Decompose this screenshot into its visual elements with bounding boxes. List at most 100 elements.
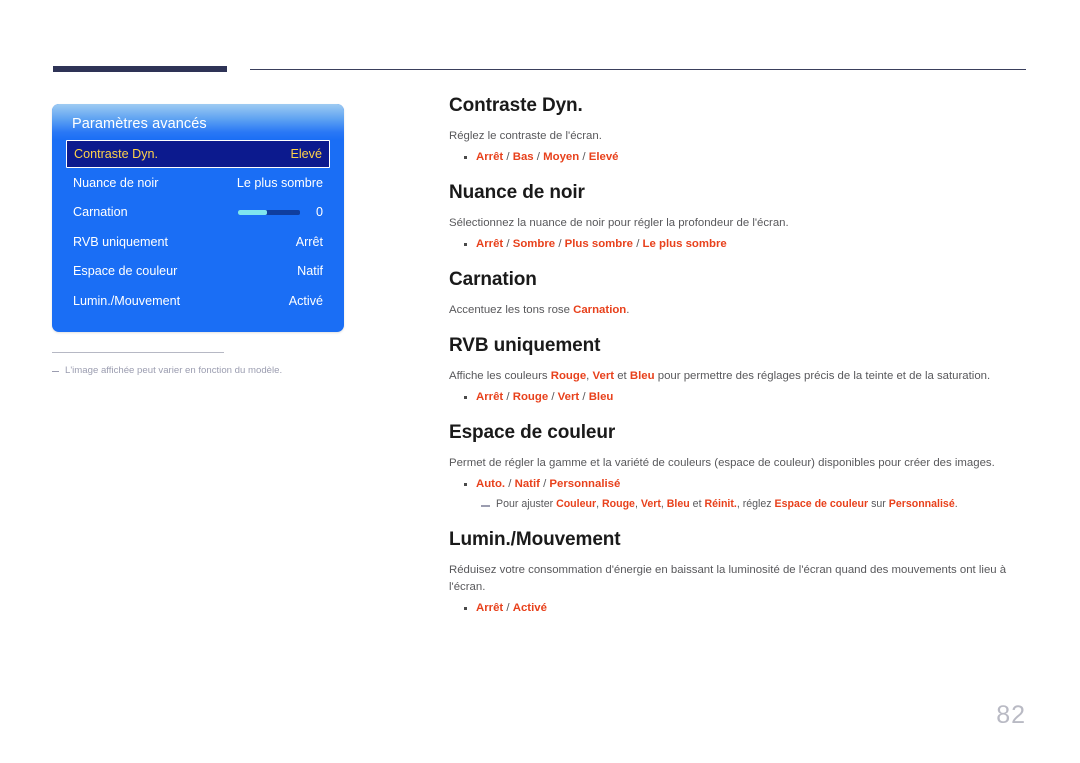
osd-row-label: Contraste Dyn. [74, 147, 158, 161]
header-rule-thick [53, 66, 227, 72]
dash-icon [52, 371, 59, 372]
osd-row-label: Espace de couleur [73, 264, 178, 279]
option-value: Auto. [476, 478, 506, 491]
body-text-run: Accentuez les tons rose [449, 304, 574, 317]
option-separator: / [539, 478, 550, 491]
option-value: Arrêt [476, 602, 504, 615]
osd-row-label: Carnation [73, 205, 128, 220]
option-value: Elevé [588, 151, 619, 163]
carnation-slider[interactable] [238, 209, 300, 215]
option-value: Personnalisé [549, 478, 621, 491]
osd-row-espace-de-couleur[interactable]: Espace de couleur Natif [66, 257, 330, 287]
osd-row-rvb-uniquement[interactable]: RVB uniquement Arrêt [66, 227, 330, 257]
option-value: Arrêt [476, 391, 504, 404]
option-value: Plus sombre [564, 238, 634, 251]
section-description: Permet de régler la gamme et la variété … [449, 457, 995, 470]
section-nuance-de-noir: Nuance de noir Sélectionnez la nuance de … [449, 182, 1027, 253]
option-separator: / [505, 478, 515, 491]
content-sections: Contraste Dyn. Réglez le contraste de l'é… [449, 95, 1027, 618]
figure-note-divider [52, 352, 224, 353]
body-text-run: , réglez [736, 498, 775, 511]
osd-row-value: Arrêt [295, 234, 323, 249]
section-title: RVB uniquement [449, 335, 601, 357]
option-list: Arrêt / Activé [449, 600, 1027, 617]
option-separator: / [503, 151, 513, 163]
option-separator: / [579, 391, 589, 404]
osd-row-carnation[interactable]: Carnation 0 [66, 198, 330, 228]
highlight-term: Vert [640, 498, 661, 511]
section-description: Affiche les couleurs Rouge, Vert et Bleu… [449, 368, 1027, 385]
section-title: Carnation [449, 269, 537, 291]
option-list-text: Auto. / Natif / Personnalisé [476, 476, 620, 493]
highlight-term: Carnation [573, 304, 627, 317]
highlight-term: Personnalisé [888, 498, 955, 511]
osd-panel: Paramètres avancés Contraste Dyn. Elevé Nu… [52, 104, 344, 332]
option-value: Le plus sombre [642, 238, 727, 251]
section-title: Contraste Dyn. [449, 95, 583, 116]
osd-header: Paramètres avancés [52, 104, 344, 140]
section-description: Réglez le contraste de l'écran. [449, 129, 602, 142]
section-subnote-text: Pour ajuster Couleur, Rouge, Vert, Bleu … [496, 497, 958, 513]
option-separator: / [533, 151, 544, 163]
figure-note-line: L'image affichée peut varier en fonction… [52, 365, 344, 378]
osd-row-value: Elevé [290, 147, 322, 161]
option-value: Activé [512, 602, 547, 615]
body-text-run: sur [868, 498, 889, 511]
option-value: Rouge [512, 391, 549, 404]
highlight-term: Espace de couleur [774, 498, 869, 511]
option-list-text: Arrêt / Bas / Moyen / Elevé [476, 149, 619, 166]
page-header-rule [0, 0, 1080, 80]
bullet-icon [464, 607, 467, 611]
section-title: Lumin./Mouvement [449, 529, 621, 551]
option-separator: / [503, 238, 513, 251]
section-espace-de-couleur: Espace de couleur Permet de régler la gam… [449, 422, 1027, 513]
option-value: Bas [512, 151, 534, 163]
highlight-term: Bleu [629, 370, 655, 383]
section-title: Espace de couleur [449, 422, 616, 444]
body-text-run: . [954, 498, 958, 511]
bullet-icon [464, 483, 467, 487]
bullet-icon [464, 156, 467, 159]
osd-menu-list: Contraste Dyn. Elevé Nuance de noir Le plus… [52, 140, 344, 316]
option-separator: / [555, 238, 565, 251]
figure-note: L'image affichée peut varier en fonction… [52, 352, 344, 378]
section-description: Réduisez votre consommation d'énergie en… [449, 564, 1007, 594]
option-list: Arrêt / Sombre / Plus sombre / Le plus s… [449, 236, 1027, 253]
option-list: Arrêt / Rouge / Vert / Bleu [449, 389, 1027, 406]
option-value: Vert [557, 391, 580, 404]
section-carnation: Carnation Accentuez les tons rose Carnati… [449, 269, 1027, 319]
section-title: Nuance de noir [449, 182, 585, 204]
highlight-term: Vert [592, 370, 615, 383]
osd-row-lumin-mouvement[interactable]: Lumin./Mouvement Activé [66, 286, 330, 316]
body-text-run: Affiche les couleurs [449, 370, 551, 383]
bullet-icon [464, 243, 467, 247]
option-list: Auto. / Natif / Personnalisé [449, 476, 1027, 493]
option-list: Arrêt / Bas / Moyen / Elevé [449, 149, 1027, 166]
osd-row-label: Nuance de noir [73, 175, 159, 190]
osd-title: Paramètres avancés [72, 116, 207, 132]
option-value: Natif [514, 478, 540, 491]
option-value: Sombre [512, 238, 556, 251]
osd-slider-group: 0 [238, 205, 323, 219]
slider-fill [238, 209, 267, 215]
osd-figure: Paramètres avancés Contraste Dyn. Elevé Nu… [52, 104, 344, 332]
option-list-text: Arrêt / Rouge / Vert / Bleu [476, 389, 613, 406]
option-list-text: Arrêt / Activé [476, 600, 547, 617]
section-subnote: Pour ajuster Couleur, Rouge, Vert, Bleu … [449, 497, 1027, 513]
figure-note-text: L'image affichée peut varier en fonction… [65, 365, 283, 376]
bullet-icon [464, 396, 467, 400]
osd-row-contraste-dyn[interactable]: Contraste Dyn. Elevé [66, 140, 330, 168]
osd-row-nuance-de-noir[interactable]: Nuance de noir Le plus sombre [66, 168, 330, 198]
header-rule-thin [250, 69, 1026, 70]
body-text-run: pour permettre des réglages précis de la… [654, 370, 991, 383]
section-rvb-uniquement: RVB uniquement Affiche les couleurs Rouge… [449, 335, 1027, 406]
option-separator: / [503, 602, 513, 615]
highlight-term: Réinit. [704, 498, 737, 511]
osd-row-value: Le plus sombre [236, 175, 323, 190]
option-separator: / [503, 391, 513, 404]
body-text-run: . [626, 304, 630, 317]
option-value: Bleu [588, 391, 614, 404]
option-value: Arrêt [476, 238, 504, 251]
osd-row-value: Natif [297, 264, 323, 279]
page-number: 82 [996, 701, 1026, 729]
